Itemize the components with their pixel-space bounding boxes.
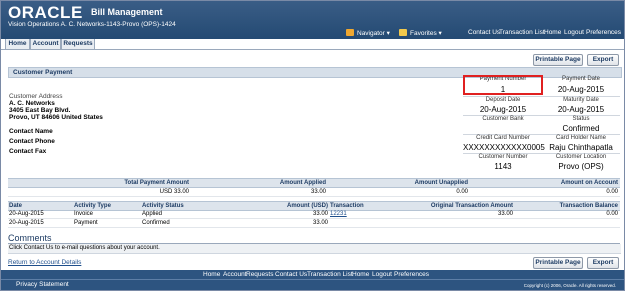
transaction-list-link[interactable]: Transaction List [499,29,545,36]
footer-requests-link[interactable]: Requests [246,270,273,279]
copyright-text: Copyright (c) 2006, Oracle. All rights r… [523,283,616,288]
row-activity-status: Confirmed [142,220,170,226]
navigator-menu[interactable]: Navigator ▾ [346,29,390,37]
tab-divider [1,49,624,50]
app-name: Bill Management [91,7,163,17]
browser-frame: ORACLE Bill Management Vision Operations… [0,0,625,291]
row-amount: 33.00 [312,220,328,226]
transaction-header: Transaction [330,203,364,209]
contact-name-label: Contact Name [9,128,53,135]
footer-logout-link[interactable]: Logout [372,270,392,279]
app-header: ORACLE Bill Management Vision Operations… [1,1,624,39]
organization-context: Vision Operations A. C. Networks-1143-Pr… [8,21,176,28]
status-value: Confirmed [562,124,600,133]
address-line1: A. C. Networks [9,100,55,107]
logout-link[interactable]: Logout [564,29,584,36]
status-label: Status [572,116,590,122]
deposit-date-label: Deposit Date [485,97,521,103]
amount-usd-header: Amount (USD) [287,203,328,209]
comments-text: Click Contact Us to e-mail questions abo… [8,244,621,254]
footer-preferences-link[interactable]: Preferences [394,270,429,279]
customer-number-label: Customer Number [478,154,528,160]
preferences-link[interactable]: Preferences [586,29,621,36]
export-button[interactable]: Export [587,257,619,269]
row-date: 20-Aug-2015 [9,220,44,226]
total-payment-amount-header: Total Payment Amount [124,180,189,186]
footer-home-link[interactable]: Home [203,270,220,279]
transaction-link[interactable]: 12231 [330,210,347,218]
customer-location-label: Customer Location [555,154,607,160]
row-activity-type: Payment [74,220,98,226]
row-original-amount: 33.00 [497,211,513,217]
card-holder-name-label: Card Holder Name [555,135,607,141]
table-row: 20-Aug-2015 Payment Confirmed 33.00 [8,219,620,228]
amount-applied-value: 33.00 [310,189,326,195]
footer-account-link[interactable]: Account [223,270,247,279]
customer-location-value: Provo (OPS) [558,162,604,171]
amount-applied-header: Amount Applied [279,180,326,186]
return-to-account-details-link[interactable]: Return to Account Details [8,259,81,266]
amount-unapplied-header: Amount Unapplied [414,180,468,186]
export-button[interactable]: Export [587,54,619,66]
row-amount: 33.00 [312,211,328,217]
credit-card-number-label: Credit Card Number [476,135,530,141]
navigator-icon [346,29,354,36]
credit-card-number-value: XXXXXXXXXXXX0005 [463,143,545,152]
address-label: Customer Address [9,93,63,100]
payment-date-label: Payment Date [561,76,601,82]
folder-icon [399,29,407,36]
footer-transaction-list-link[interactable]: Transaction List [307,270,353,279]
date-header: Date [9,203,23,209]
maturity-date-value: 20-Aug-2015 [557,105,605,114]
payment-date-value: 20-Aug-2015 [557,85,605,94]
amount-unapplied-value: 0.00 [456,189,468,195]
contact-us-link[interactable]: Contact Us [468,29,500,36]
row-activity-status: Applied [142,211,163,217]
summary-row: USD 33.00 33.00 0.00 0.00 [8,188,620,197]
favorites-menu[interactable]: Favorites ▾ [399,29,442,37]
card-holder-name-value: Raju Chinthapatla [549,143,613,152]
transaction-balance-header: Transaction Balance [559,203,618,209]
row-transaction-balance: 0.00 [606,211,618,217]
amount-on-account-value: 0.00 [606,189,618,195]
privacy-statement-link[interactable]: Privacy Statement [16,280,69,290]
footer-contact-us-link[interactable]: Contact Us [275,270,307,279]
navigator-label: Navigator ▾ [357,30,390,37]
address-line2: 3405 East Bay Blvd. [9,107,71,114]
contact-fax-label: Contact Fax [9,148,47,155]
section-title: Customer Payment [13,69,73,76]
row-activity-type: Invoice [74,211,94,217]
customer-bank-label: Customer Bank [482,116,524,122]
table-row: 20-Aug-2015 Invoice Applied 33.00 12231 … [8,210,620,219]
activity-status-header: Activity Status [142,203,184,209]
contact-phone-label: Contact Phone [9,138,55,145]
amount-on-account-header: Amount on Account [560,180,618,186]
original-transaction-amount-header: Original Transaction Amount [430,203,513,209]
customer-number-value: 1143 [494,162,512,171]
oracle-logo: ORACLE [8,3,83,22]
footer-home-link-2[interactable]: Home [352,270,369,279]
home-link[interactable]: Home [544,29,561,36]
favorites-label: Favorites ▾ [410,30,442,37]
printable-page-button[interactable]: Printable Page [533,54,583,66]
summary-header-row: Total Payment Amount Amount Applied Amou… [8,178,620,188]
comments-title: Comments [8,233,52,243]
deposit-date-value: 20-Aug-2015 [479,105,527,114]
activity-type-header: Activity Type [74,203,111,209]
printable-page-button[interactable]: Printable Page [533,257,583,269]
total-payment-amount-value: USD 33.00 [159,189,189,195]
address-line3: Provo, UT 84606 United States [9,114,103,121]
highlight-box [463,75,543,95]
row-date: 20-Aug-2015 [9,211,44,217]
maturity-date-label: Maturity Date [563,97,599,103]
